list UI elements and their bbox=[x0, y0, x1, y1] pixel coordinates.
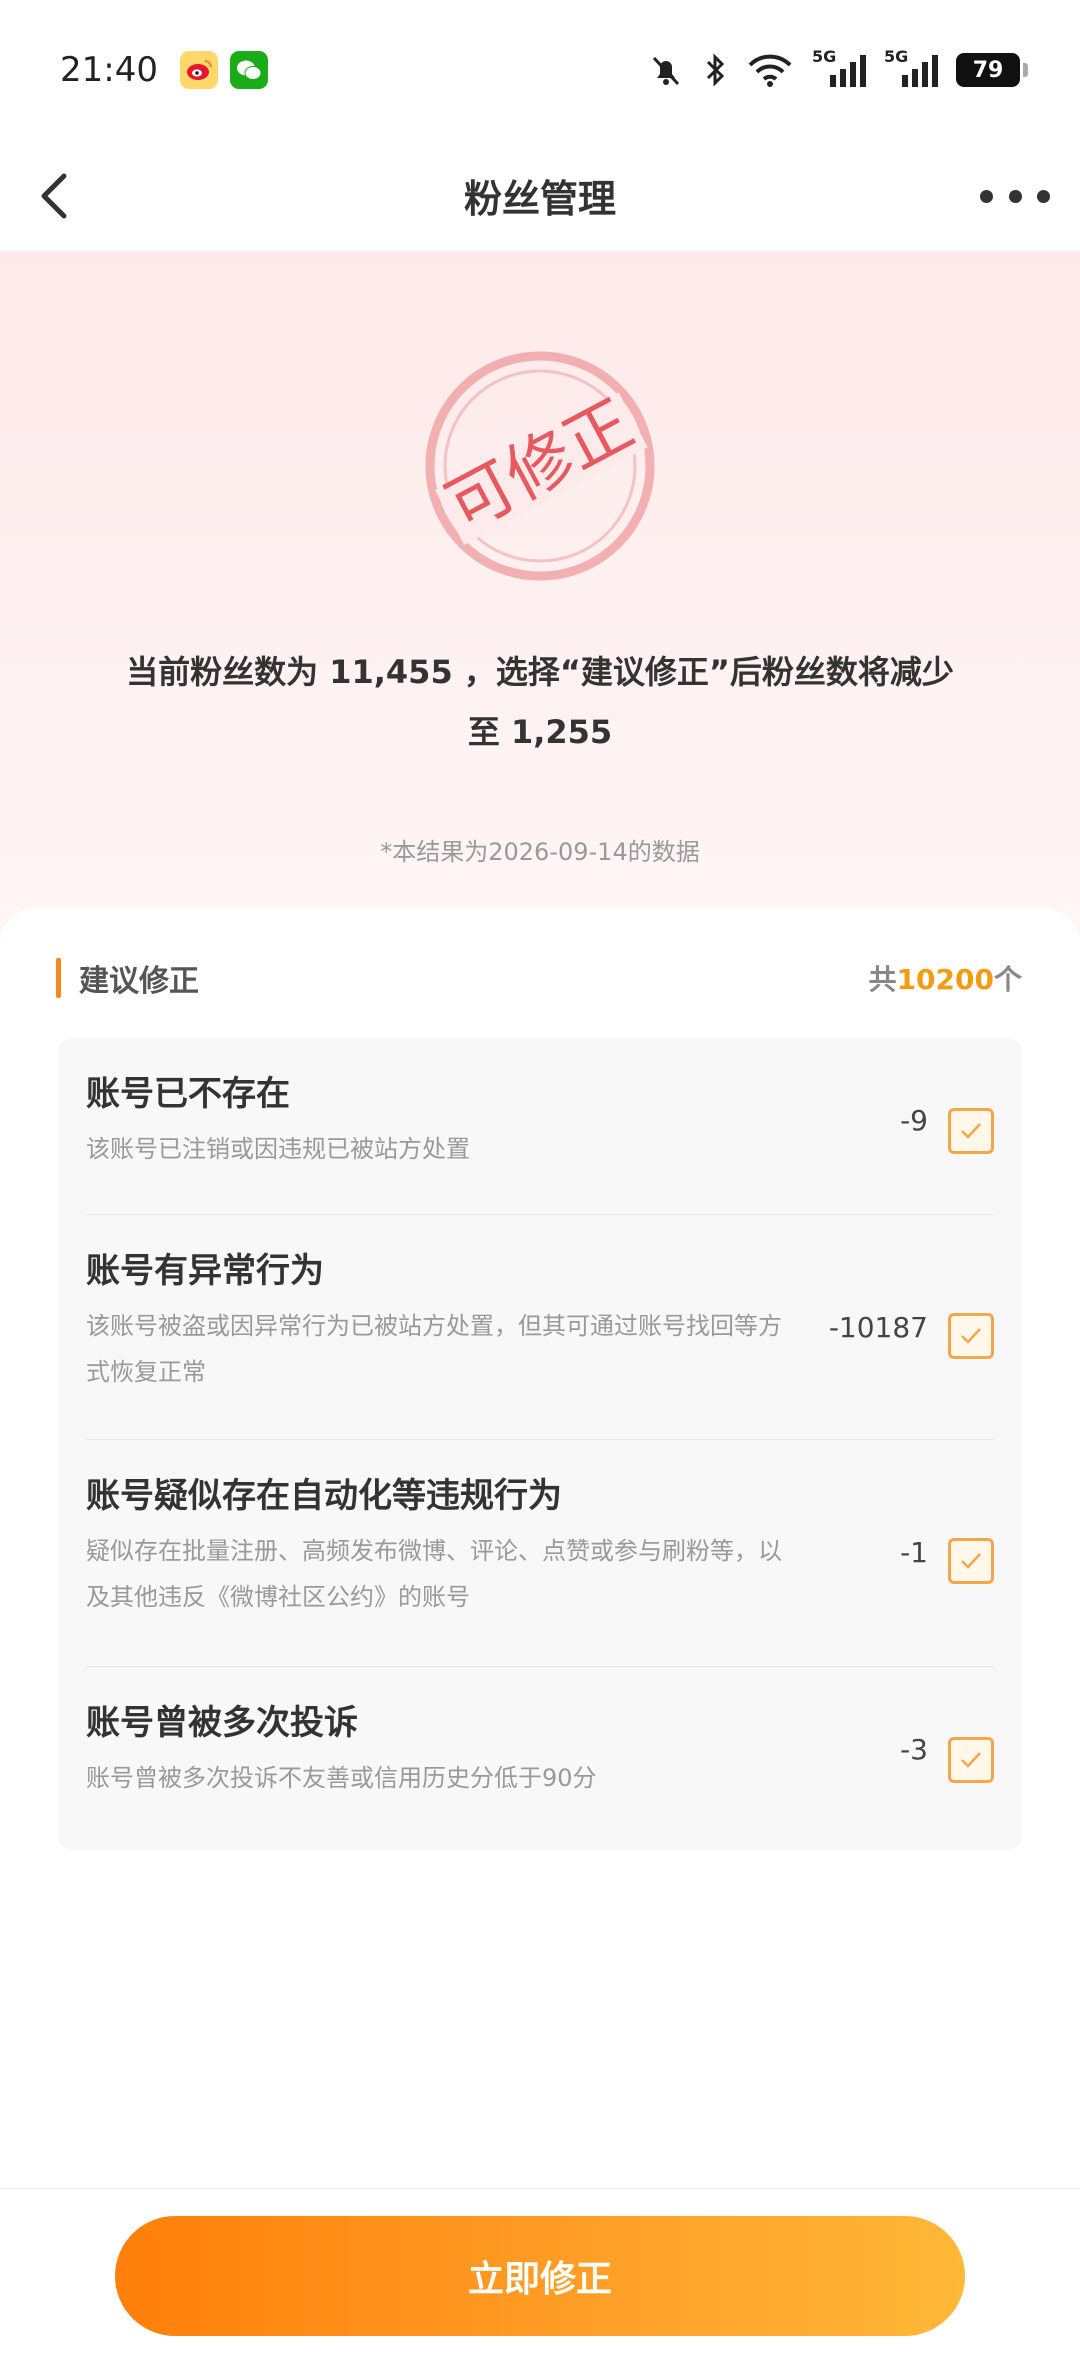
suggestion-list: 账号已不存在 该账号已注销或因违规已被站方处置 -9 账号有异常行为 该账号被盗… bbox=[58, 1038, 1022, 1850]
item-title: 账号有异常行为 bbox=[86, 1251, 324, 1291]
fans-summary: 当前粉丝数为 11,455 ，选择“建议修正”后粉丝数将减少 至 1,255 bbox=[80, 642, 1000, 762]
status-time: 21:40 bbox=[60, 50, 158, 90]
item-desc: 该账号已注销或因违规已被站方处置 bbox=[86, 1135, 470, 1163]
check-icon bbox=[961, 1123, 981, 1139]
correct-now-button[interactable]: 立即修正 bbox=[115, 2216, 965, 2336]
battery-icon: 79 bbox=[956, 53, 1028, 87]
item-desc: 该账号被盗或因异常行为已被站方处置，但其可通过账号找回等方式恢复正常 bbox=[86, 1312, 782, 1386]
section-title: 建议修正 bbox=[79, 964, 199, 999]
battery-level: 79 bbox=[972, 57, 1004, 83]
network-type-2: 5G bbox=[884, 47, 909, 66]
bottom-divider bbox=[0, 2188, 1080, 2189]
check-icon bbox=[961, 1328, 981, 1344]
wifi-icon bbox=[748, 54, 792, 87]
summary-line-1: 当前粉丝数为 11,455 ，选择“建议修正”后粉丝数将减少 bbox=[126, 653, 954, 691]
total-suffix: 个 bbox=[993, 963, 1022, 996]
stamp-icon: 可修正 bbox=[418, 344, 662, 588]
suggestion-section: 建议修正 共10200个 账号已不存在 该账号已注销或因违规已被站方处置 -9 … bbox=[0, 908, 1080, 2188]
list-item: 账号疑似存在自动化等违规行为 疑似存在批量注册、高频发布微博、评论、点赞或参与刷… bbox=[86, 1440, 994, 1667]
list-item: 账号已不存在 该账号已注销或因违规已被站方处置 -9 bbox=[86, 1038, 994, 1215]
item-title: 账号已不存在 bbox=[86, 1074, 290, 1114]
back-arrow-icon[interactable] bbox=[30, 170, 82, 222]
mute-bell-icon bbox=[652, 56, 680, 86]
total-count: 10200 bbox=[896, 963, 994, 996]
item-desc: 疑似存在批量注册、高频发布微博、评论、点赞或参与刷粉等，以及其他违反《微博社区公… bbox=[86, 1537, 782, 1611]
stamp-text: 可修正 bbox=[434, 385, 645, 546]
page-title: 粉丝管理 bbox=[463, 177, 616, 221]
section-total: 共10200个 bbox=[869, 958, 1022, 998]
item-count: -9 bbox=[900, 1104, 928, 1137]
list-item: 账号曾被多次投诉 账号曾被多次投诉不友善或信用历史分低于90分 -3 bbox=[86, 1667, 994, 1847]
nav-bar: 粉丝管理 bbox=[0, 140, 1080, 252]
section-accent-bar bbox=[56, 958, 61, 998]
total-prefix: 共 bbox=[868, 963, 897, 996]
check-icon bbox=[961, 1752, 981, 1768]
signal-icon-2: 5G bbox=[884, 47, 938, 87]
status-bar: 21:40 5G 5G 79 bbox=[0, 0, 1080, 140]
signal-icon-1: 5G bbox=[812, 47, 866, 87]
item-checkbox[interactable] bbox=[948, 1538, 994, 1584]
summary-line-2: 至 1,255 bbox=[467, 713, 613, 751]
data-date-note: *本结果为2026-09-14的数据 bbox=[380, 838, 700, 866]
summary-hero: 可修正 当前粉丝数为 11,455 ，选择“建议修正”后粉丝数将减少 至 1,2… bbox=[0, 252, 1080, 952]
status-indicators: 5G 5G 79 bbox=[648, 47, 1028, 88]
item-checkbox[interactable] bbox=[948, 1313, 994, 1359]
item-title: 账号疑似存在自动化等违规行为 bbox=[86, 1476, 562, 1516]
item-count: -3 bbox=[900, 1733, 928, 1766]
item-count: -1 bbox=[900, 1536, 928, 1569]
more-options-icon[interactable] bbox=[980, 170, 1050, 222]
section-header: 建议修正 共10200个 bbox=[56, 956, 1022, 1000]
wechat-app-icon bbox=[229, 51, 268, 89]
list-item: 账号有异常行为 该账号被盗或因异常行为已被站方处置，但其可通过账号找回等方式恢复… bbox=[86, 1215, 994, 1440]
item-checkbox[interactable] bbox=[948, 1737, 994, 1783]
item-title: 账号曾被多次投诉 bbox=[86, 1703, 358, 1743]
item-checkbox[interactable] bbox=[948, 1108, 994, 1154]
network-type-1: 5G bbox=[812, 47, 837, 66]
bluetooth-icon bbox=[706, 53, 725, 87]
weibo-app-icon bbox=[179, 51, 218, 89]
item-count: -10187 bbox=[828, 1311, 928, 1344]
check-icon bbox=[961, 1553, 981, 1569]
item-desc: 账号曾被多次投诉不友善或信用历史分低于90分 bbox=[86, 1764, 597, 1792]
